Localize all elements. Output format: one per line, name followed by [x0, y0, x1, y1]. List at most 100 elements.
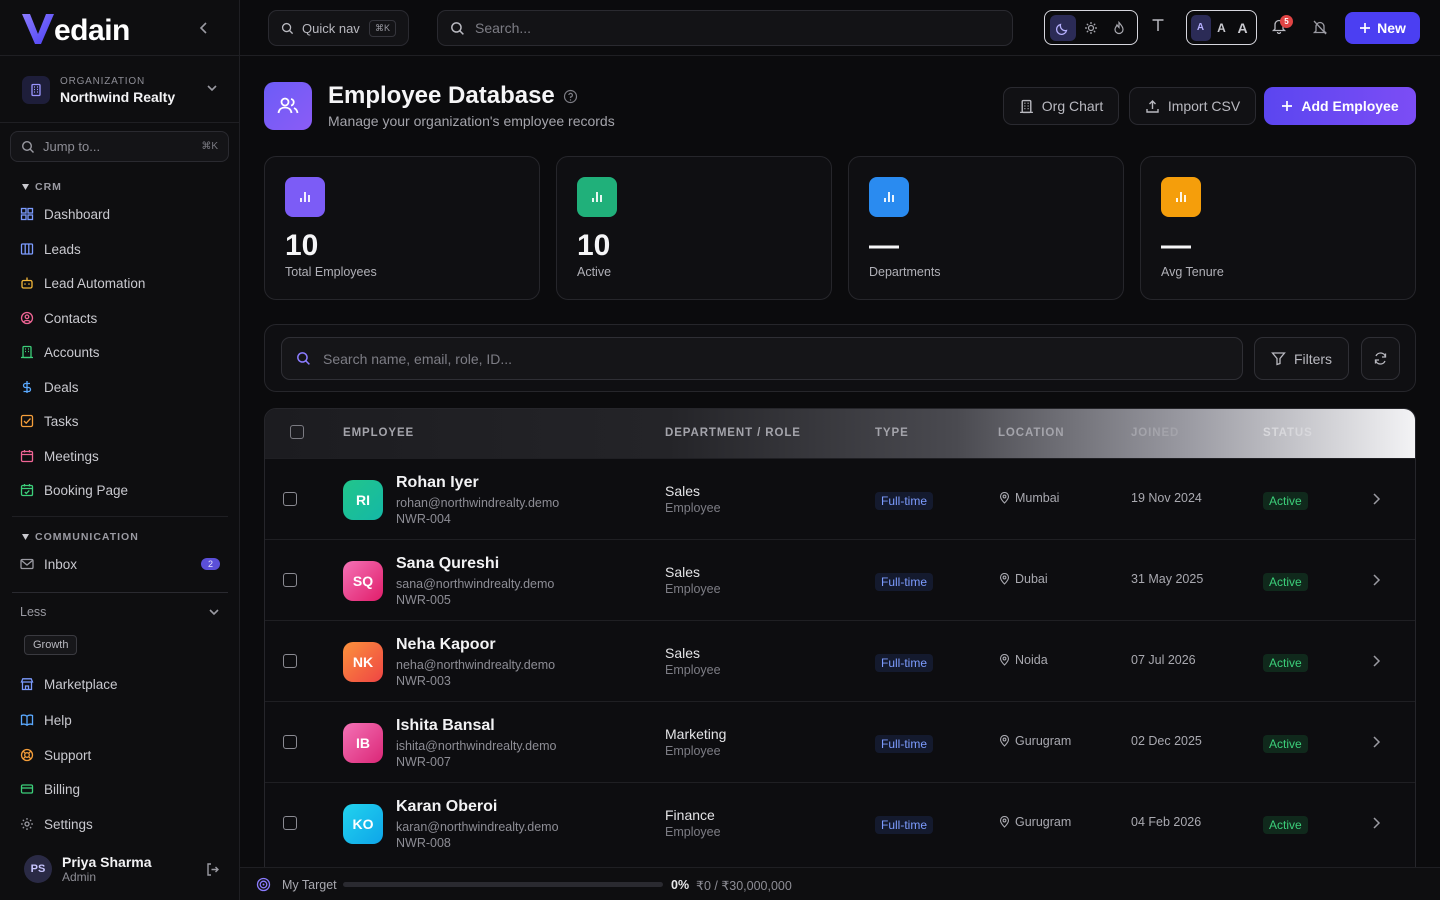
table-row[interactable]: IB Ishita Bansal ishita@northwindrealty.de…: [265, 701, 1415, 782]
logout-icon[interactable]: [205, 862, 220, 877]
employee-name[interactable]: Ishita Bansal: [396, 717, 495, 735]
help-circle-icon[interactable]: [563, 89, 578, 104]
employee-location: Gurugram: [999, 734, 1071, 748]
notification-count-badge: 5: [1280, 15, 1293, 28]
search-icon: [451, 21, 464, 35]
new-button[interactable]: New: [1345, 12, 1420, 44]
light-theme-button[interactable]: [1078, 15, 1104, 41]
target-icon: [256, 877, 271, 892]
table-row[interactable]: KO Karan Oberoi karan@northwindrealty.demo…: [265, 782, 1415, 863]
sidebar-item-label: Accounts: [44, 344, 100, 360]
search-icon: [21, 140, 34, 153]
sidebar-item-support[interactable]: Support: [20, 743, 220, 767]
filters-label: Filters: [1293, 350, 1333, 367]
quick-nav-button[interactable]: Quick nav ⌘K: [268, 10, 409, 46]
employee-name[interactable]: Neha Kapoor: [396, 636, 496, 654]
global-search-input[interactable]: Search...: [437, 10, 1013, 46]
import-csv-button[interactable]: Import CSV: [1129, 87, 1256, 125]
collapse-sidebar-button[interactable]: [194, 18, 214, 38]
sidebar-item-meetings[interactable]: Meetings: [20, 444, 220, 468]
chevron-right-icon[interactable]: [1371, 816, 1381, 830]
row-checkbox[interactable]: [283, 816, 297, 830]
filters-button[interactable]: Filters: [1254, 337, 1349, 380]
users-icon: [264, 82, 312, 130]
notifications-button[interactable]: 5: [1271, 15, 1293, 37]
employee-department: Marketing: [665, 726, 727, 742]
add-employee-button[interactable]: Add Employee: [1264, 87, 1416, 125]
dark-theme-button[interactable]: [1050, 14, 1076, 41]
warm-theme-button[interactable]: [1106, 15, 1132, 41]
org-chart-button[interactable]: Org Chart: [1003, 87, 1119, 125]
sidebar-item-deals[interactable]: Deals: [20, 375, 220, 399]
plus-icon: [1282, 101, 1293, 111]
sidebar-item-inbox[interactable]: Inbox 2: [20, 552, 220, 576]
text-size-large-button[interactable]: A: [1233, 15, 1253, 41]
employee-role: Employee: [665, 501, 721, 515]
column-header-joined[interactable]: JOINED: [1131, 427, 1179, 439]
employee-search-input[interactable]: Search name, email, role, ID...: [281, 337, 1243, 380]
employee-role: Employee: [665, 825, 721, 839]
page-title: Employee Database: [328, 82, 578, 110]
employee-name[interactable]: Sana Qureshi: [396, 555, 499, 573]
sidebar-item-settings[interactable]: Settings: [20, 812, 220, 836]
chevron-right-icon[interactable]: [1371, 654, 1381, 668]
chevron-right-icon[interactable]: [1371, 573, 1381, 587]
map-pin-icon: [999, 816, 1010, 828]
growth-tag: Growth: [24, 635, 78, 655]
select-all-checkbox[interactable]: [290, 425, 304, 439]
less-toggle[interactable]: Less: [20, 602, 220, 622]
organization-switcher[interactable]: ORGANIZATION Northwind Realty: [12, 66, 230, 114]
global-search-placeholder: Search...: [475, 20, 532, 36]
text-size-medium-button[interactable]: A: [1212, 15, 1232, 41]
section-crm[interactable]: CRM: [22, 181, 62, 193]
target-percent: 0%: [671, 878, 690, 892]
refresh-button[interactable]: [1361, 337, 1400, 380]
sidebar-item-label: Support: [44, 747, 92, 763]
brand-logo[interactable]: edain: [20, 8, 130, 48]
employee-name[interactable]: Karan Oberoi: [396, 798, 497, 816]
column-header-department[interactable]: DEPARTMENT / ROLE: [665, 427, 801, 439]
chevron-right-icon[interactable]: [1371, 735, 1381, 749]
text-size-small-button[interactable]: A: [1190, 14, 1211, 41]
employee-department: Sales: [665, 564, 701, 580]
topbar: Quick nav ⌘K Search... A A A 5 New: [240, 0, 1440, 56]
sidebar-item-billing[interactable]: Billing: [20, 777, 220, 801]
sidebar-item-marketplace[interactable]: Marketplace: [20, 672, 220, 696]
table-row[interactable]: NK Neha Kapoor neha@northwindrealty.demo NW…: [265, 620, 1415, 701]
row-checkbox[interactable]: [283, 654, 297, 668]
caret-down-icon: [22, 184, 29, 190]
stat-value: 10: [285, 229, 319, 262]
building-icon: [22, 76, 50, 104]
sun-icon: [1085, 21, 1097, 34]
sidebar-item-tasks[interactable]: Tasks: [20, 409, 220, 433]
chevron-right-icon[interactable]: [1371, 492, 1381, 506]
sidebar-item-accounts[interactable]: Accounts: [20, 340, 220, 364]
row-checkbox[interactable]: [283, 735, 297, 749]
employee-name[interactable]: Rohan Iyer: [396, 474, 479, 492]
joined-date: 04 Feb 2026: [1131, 815, 1202, 829]
table-row[interactable]: SQ Sana Qureshi sana@northwindrealty.demo N…: [265, 539, 1415, 620]
sidebar-item-lead-automation[interactable]: Lead Automation: [20, 271, 220, 295]
sidebar-item-booking-page[interactable]: Booking Page: [20, 478, 220, 502]
section-communication[interactable]: COMMUNICATION: [22, 531, 139, 543]
employee-role: Employee: [665, 663, 721, 677]
stat-card-total-employees: 10 Total Employees: [264, 156, 540, 300]
text-format-icon[interactable]: [1151, 17, 1165, 36]
column-header-employee[interactable]: EMPLOYEE: [343, 427, 414, 439]
avatar: KO: [343, 804, 383, 844]
employee-department: Sales: [665, 483, 701, 499]
mute-notifications-button[interactable]: [1312, 19, 1328, 39]
row-checkbox[interactable]: [283, 492, 297, 506]
column-header-status[interactable]: STATUS: [1263, 427, 1313, 439]
jump-to-input[interactable]: Jump to... ⌘K: [10, 131, 229, 162]
column-header-location[interactable]: LOCATION: [998, 427, 1064, 439]
sidebar-item-dashboard[interactable]: Dashboard: [20, 202, 220, 226]
table-row[interactable]: RI Rohan Iyer rohan@northwindrealty.demo NW…: [265, 458, 1415, 539]
calendar-icon: [20, 450, 34, 463]
sidebar-item-leads[interactable]: Leads: [20, 237, 220, 261]
sidebar-item-contacts[interactable]: Contacts: [20, 306, 220, 330]
row-checkbox[interactable]: [283, 573, 297, 587]
user-profile[interactable]: PS Priya Sharma Admin: [24, 852, 220, 886]
column-header-type[interactable]: TYPE: [875, 427, 909, 439]
sidebar-item-help[interactable]: Help: [20, 708, 220, 732]
